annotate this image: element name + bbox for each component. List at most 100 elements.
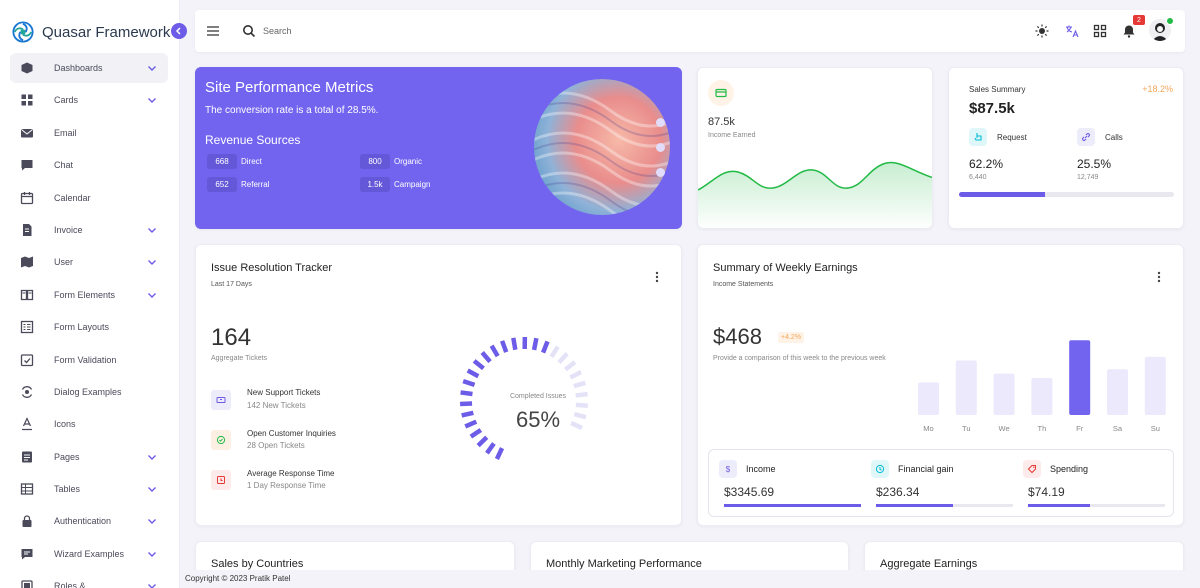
sidebar-item-email[interactable]: Email: [10, 118, 168, 148]
bar-fr[interactable]: [1069, 340, 1091, 415]
revenue-source-referral: 652 Referral: [207, 176, 269, 192]
revenue-label: Direct: [241, 156, 262, 166]
bar-th[interactable]: [1031, 378, 1053, 415]
dollar-icon: $: [726, 465, 731, 474]
income-value: 87.5k: [708, 116, 735, 128]
summary-bar: [1028, 504, 1165, 507]
bar-sa[interactable]: [1107, 369, 1128, 415]
sidebar-item-dialog-examples[interactable]: Dialog Examples: [10, 377, 168, 407]
user-icon: [20, 255, 34, 269]
carousel-dot[interactable]: [656, 143, 665, 152]
revenue-label: Campaign: [394, 179, 431, 189]
sidebar-item-tables[interactable]: Tables: [10, 474, 168, 504]
clock-icon: [875, 464, 885, 474]
weekly-value: $468: [713, 324, 762, 349]
calls-icon-wrap: [1077, 128, 1095, 146]
gauge-segment: [563, 360, 577, 372]
chevron-left-icon: [175, 27, 181, 35]
completed-issues-gauge: [459, 336, 588, 460]
chevron-down-icon[interactable]: [146, 94, 158, 106]
brand[interactable]: Quasar Framework: [12, 20, 170, 44]
collapse-sidebar-button[interactable]: [171, 23, 187, 39]
sales-progress-bar: [959, 192, 1174, 197]
sidebar-item-icons[interactable]: Icons: [10, 409, 168, 439]
request-percentage: 62.2%: [969, 157, 1004, 171]
sidebar-item-label: Calendar: [54, 192, 91, 203]
sidebar-item-label: Chat: [54, 160, 74, 171]
sidebar-item-wizard-examples[interactable]: Wizard Examples: [10, 539, 168, 569]
sidebar-item-label: Email: [54, 127, 77, 138]
bar-tu[interactable]: [955, 360, 977, 415]
weekly-change: +4.2%: [778, 332, 805, 343]
chevron-down-icon[interactable]: [146, 451, 158, 463]
chevron-down-icon[interactable]: [146, 62, 158, 74]
sidebar-item-form-validation[interactable]: Form Validation: [10, 345, 168, 375]
sidebar-item-chat[interactable]: Chat: [10, 150, 168, 180]
sales-summary-change: +18.2%: [1142, 84, 1173, 94]
sidebar-item-label: Dashboards: [54, 63, 103, 73]
search-input[interactable]: [263, 22, 463, 40]
sidebar-item-cards[interactable]: Cards: [10, 85, 168, 115]
bar-label-mo: Mo: [923, 424, 933, 433]
chevron-down-icon[interactable]: [146, 515, 158, 527]
sidebar-item-invoice[interactable]: Invoice: [10, 215, 168, 245]
bar-label-fr: Fr: [1076, 424, 1084, 433]
footer: Copyright © 2023 Pratik Patel: [180, 570, 1200, 588]
menu-icon[interactable]: [205, 24, 221, 38]
translate-icon[interactable]: [1065, 24, 1079, 38]
ticket-row-sub: 142 New Tickets: [247, 401, 306, 410]
tag-icon-wrap: [1023, 460, 1041, 478]
sales-summary-title: Sales Summary: [969, 85, 1026, 94]
summary-financial-gain: Financial gain $236.34: [861, 450, 1013, 518]
sidebar-item-label: Pages: [54, 451, 80, 462]
chevron-down-icon[interactable]: [146, 256, 158, 268]
revenue-value: 800: [360, 153, 390, 169]
weekly-bar-chart: Mo Tu We Th Fr Sa Su: [918, 340, 1166, 433]
gauge-segment: [469, 428, 483, 439]
chevron-down-icon[interactable]: [146, 580, 158, 588]
sidebar-item-pages[interactable]: Pages: [10, 442, 168, 472]
ticket-row-sub: 1 Day Response Time: [247, 481, 326, 490]
bar-su[interactable]: [1144, 356, 1166, 415]
sidebar-item-dashboards[interactable]: Dashboards: [10, 53, 168, 83]
bar-mo[interactable]: [918, 382, 939, 415]
apps-grid-icon[interactable]: [1093, 24, 1107, 38]
sidebar-item-form-layouts[interactable]: Form Layouts: [10, 312, 168, 342]
sidebar-item-user[interactable]: User: [10, 247, 168, 277]
chevron-down-icon[interactable]: [146, 483, 158, 495]
revenue-value: 668: [207, 153, 237, 169]
gauge-segment: [459, 401, 473, 407]
notification-bell-icon[interactable]: [1122, 24, 1136, 38]
chevron-down-icon[interactable]: [146, 224, 158, 236]
calls-percentage: 25.5%: [1077, 157, 1112, 171]
bar-label-tu: Tu: [962, 424, 970, 433]
sidebar-item-roles[interactable]: Roles &: [10, 571, 168, 588]
more-vertical-icon[interactable]: [1153, 271, 1165, 283]
calendar-icon: [20, 191, 34, 205]
invoice-icon: [20, 223, 34, 237]
carousel-dot[interactable]: [656, 118, 665, 127]
more-vertical-icon[interactable]: [651, 271, 663, 283]
chevron-down-icon[interactable]: [146, 289, 158, 301]
gauge-segment: [494, 447, 505, 460]
cards-icon: [20, 93, 34, 107]
revenue-value: 652: [207, 176, 237, 192]
gauge-segment: [499, 340, 509, 353]
carousel-dot[interactable]: [656, 168, 665, 177]
theme-sun-icon[interactable]: [1035, 24, 1049, 38]
sidebar-item-label: Form Validation: [54, 354, 117, 365]
gauge-segment: [540, 340, 550, 354]
income-sparkline: [698, 161, 932, 228]
sidebar-item-calendar[interactable]: Calendar: [10, 183, 168, 213]
sales-summary-card: Sales Summary +18.2% $87.5k Request Call…: [948, 67, 1184, 229]
sidebar-item-form-elements[interactable]: Form Elements: [10, 280, 168, 310]
gauge-segment: [480, 351, 492, 364]
sidebar: Quasar Framework Dashboards Cards Email Cha…: [0, 0, 180, 588]
sidebar-item-authentication[interactable]: Authentication: [10, 506, 168, 536]
chevron-down-icon[interactable]: [146, 548, 158, 560]
sidebar-item-label: Icons: [54, 419, 76, 430]
form-layouts-icon: [20, 320, 34, 334]
bar-we[interactable]: [993, 373, 1015, 415]
footer-copyright: Copyright © 2023 Pratik Patel: [185, 574, 291, 583]
revenue-label: Organic: [394, 156, 423, 166]
